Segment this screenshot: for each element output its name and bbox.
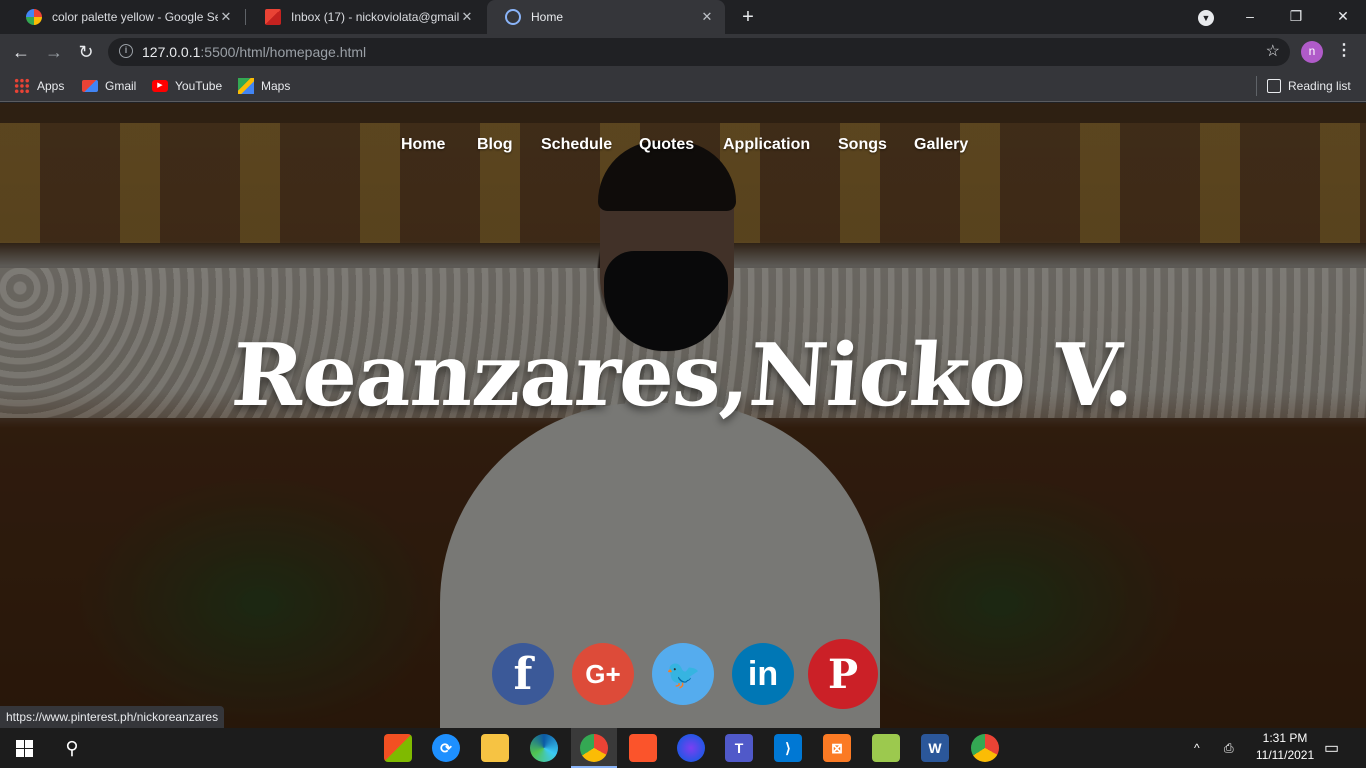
reading-list-label: Reading list bbox=[1288, 79, 1351, 93]
bookmark-star-icon[interactable]: ☆ bbox=[1266, 41, 1280, 61]
close-window-button[interactable]: ✕ bbox=[1320, 0, 1366, 34]
tray-overflow-icon[interactable]: ^ bbox=[1194, 728, 1200, 768]
bookmark-label: Maps bbox=[261, 79, 291, 93]
pinterest-icon: P bbox=[827, 650, 859, 698]
close-icon[interactable]: ✕ bbox=[699, 9, 715, 25]
taskbar-clock[interactable]: 1:31 PM 11/11/2021 bbox=[1250, 730, 1320, 764]
network-icon[interactable]: ⎙ bbox=[1224, 728, 1234, 768]
back-arrow-icon[interactable]: ← bbox=[9, 40, 33, 64]
tab-title: Inbox (17) - nickoviolata@gmail.c bbox=[291, 10, 459, 24]
tab-title: Home bbox=[531, 10, 564, 24]
minimize-button[interactable]: – bbox=[1227, 0, 1273, 34]
site-info-icon[interactable]: i bbox=[119, 44, 133, 58]
twitter-link[interactable]: 🐦 bbox=[652, 643, 714, 705]
google-icon bbox=[26, 9, 42, 25]
teams-icon[interactable]: T bbox=[725, 734, 753, 762]
maximize-button[interactable]: ❐ bbox=[1273, 0, 1319, 34]
google-plus-link[interactable]: G+ bbox=[572, 643, 634, 705]
url-host: 127.0.0.1 bbox=[142, 44, 201, 60]
windows-taskbar: ⚲ ⟳ T ⟩ ⊠ W ^ ⎙ 1:31 PM 11/11/2021 ▭ bbox=[0, 728, 1366, 768]
bookmarks-bar: Apps Gmail ▶ YouTube Maps Reading list bbox=[0, 70, 1366, 102]
address-bar[interactable]: i 127.0.0.1:5500/html/homepage.html ☆ bbox=[108, 38, 1290, 66]
pinterest-link[interactable]: P bbox=[808, 639, 878, 709]
notification-icon[interactable]: ▭ bbox=[1324, 728, 1339, 768]
bookmark-maps[interactable]: Maps bbox=[238, 77, 290, 95]
facebook-icon: f bbox=[513, 648, 533, 700]
forward-arrow-icon[interactable]: → bbox=[42, 40, 66, 64]
clock-time: 1:31 PM bbox=[1262, 731, 1308, 745]
tab-title: color palette yellow - Google Sea bbox=[52, 10, 218, 24]
youtube-icon: ▶ bbox=[152, 80, 168, 92]
file-explorer-icon[interactable] bbox=[481, 734, 509, 762]
brave-icon[interactable] bbox=[629, 734, 657, 762]
nav-blog[interactable]: Blog bbox=[477, 136, 513, 154]
nav-home[interactable]: Home bbox=[401, 136, 445, 154]
reading-list-button[interactable]: Reading list bbox=[1267, 77, 1351, 95]
clock-date: 11/11/2021 bbox=[1255, 748, 1315, 762]
nav-application[interactable]: Application bbox=[723, 136, 810, 154]
nav-songs[interactable]: Songs bbox=[838, 136, 887, 154]
google-plus-icon: G+ bbox=[585, 658, 621, 689]
reading-list-icon bbox=[1267, 79, 1281, 93]
maps-icon bbox=[238, 78, 254, 94]
facebook-link[interactable]: f bbox=[492, 643, 554, 705]
hero-name-title: Reanzares,Nicko V. bbox=[228, 325, 1138, 426]
tab-gmail-inbox[interactable]: Inbox (17) - nickoviolata@gmail.c ✕ bbox=[247, 0, 485, 34]
reload-icon[interactable]: ↻ bbox=[74, 40, 98, 64]
store-icon[interactable] bbox=[384, 734, 412, 762]
bookmarks-divider bbox=[1256, 76, 1257, 96]
tab-search-icon[interactable]: ▼ bbox=[1198, 10, 1214, 26]
nav-schedule[interactable]: Schedule bbox=[541, 136, 612, 154]
bookmark-apps[interactable]: Apps bbox=[14, 77, 64, 95]
link-status-bar: https://www.pinterest.ph/nickoreanzares bbox=[0, 706, 225, 728]
xampp-icon[interactable]: ⊠ bbox=[823, 734, 851, 762]
bookmark-gmail[interactable]: Gmail bbox=[82, 77, 136, 95]
bookmark-label: Gmail bbox=[105, 79, 137, 93]
search-icon[interactable]: ⚲ bbox=[58, 734, 86, 762]
bookmark-label: Apps bbox=[37, 79, 65, 93]
globe-icon bbox=[505, 9, 521, 25]
gmail-icon bbox=[82, 80, 98, 92]
chrome-icon[interactable] bbox=[580, 734, 608, 762]
page-viewport: Home Blog Schedule Quotes Application So… bbox=[0, 103, 1366, 728]
gmail-icon bbox=[265, 9, 281, 25]
nav-gallery[interactable]: Gallery bbox=[914, 136, 968, 154]
apps-grid-icon bbox=[14, 78, 30, 94]
chrome-profile-icon[interactable] bbox=[971, 734, 999, 762]
new-tab-button[interactable]: + bbox=[738, 4, 758, 30]
nav-quotes[interactable]: Quotes bbox=[639, 136, 694, 154]
edge-icon[interactable] bbox=[530, 734, 558, 762]
linkedin-link[interactable]: in bbox=[732, 643, 794, 705]
windows-start-icon[interactable] bbox=[10, 734, 38, 762]
close-icon[interactable]: ✕ bbox=[218, 9, 234, 25]
menu-kebab-icon[interactable]: ⋮ bbox=[1336, 40, 1352, 60]
tab-divider bbox=[245, 9, 246, 25]
twitter-icon: 🐦 bbox=[665, 658, 701, 690]
address-url[interactable]: 127.0.0.1:5500/html/homepage.html bbox=[142, 44, 366, 60]
tab-home[interactable]: Home ✕ bbox=[487, 0, 725, 34]
linkedin-icon: in bbox=[747, 654, 779, 693]
bookmark-label: YouTube bbox=[175, 79, 223, 93]
url-path: :5500/html/homepage.html bbox=[200, 44, 367, 60]
vscode-icon[interactable]: ⟩ bbox=[774, 734, 802, 762]
sync-icon[interactable]: ⟳ bbox=[432, 734, 460, 762]
word-icon[interactable]: W bbox=[921, 734, 949, 762]
virtualbox-icon[interactable] bbox=[872, 734, 900, 762]
bookmark-youtube[interactable]: ▶ YouTube bbox=[152, 77, 222, 95]
tab-google-search[interactable]: color palette yellow - Google Sea ✕ bbox=[8, 0, 244, 34]
tab-strip: color palette yellow - Google Sea ✕ Inbo… bbox=[0, 0, 1366, 34]
main-nav: Home Blog Schedule Quotes Application So… bbox=[0, 136, 1366, 160]
profile-avatar[interactable]: n bbox=[1301, 41, 1323, 63]
close-icon[interactable]: ✕ bbox=[459, 9, 475, 25]
browser-toolbar: ← → ↻ i 127.0.0.1:5500/html/homepage.htm… bbox=[0, 34, 1366, 70]
firefox-icon[interactable] bbox=[677, 734, 705, 762]
